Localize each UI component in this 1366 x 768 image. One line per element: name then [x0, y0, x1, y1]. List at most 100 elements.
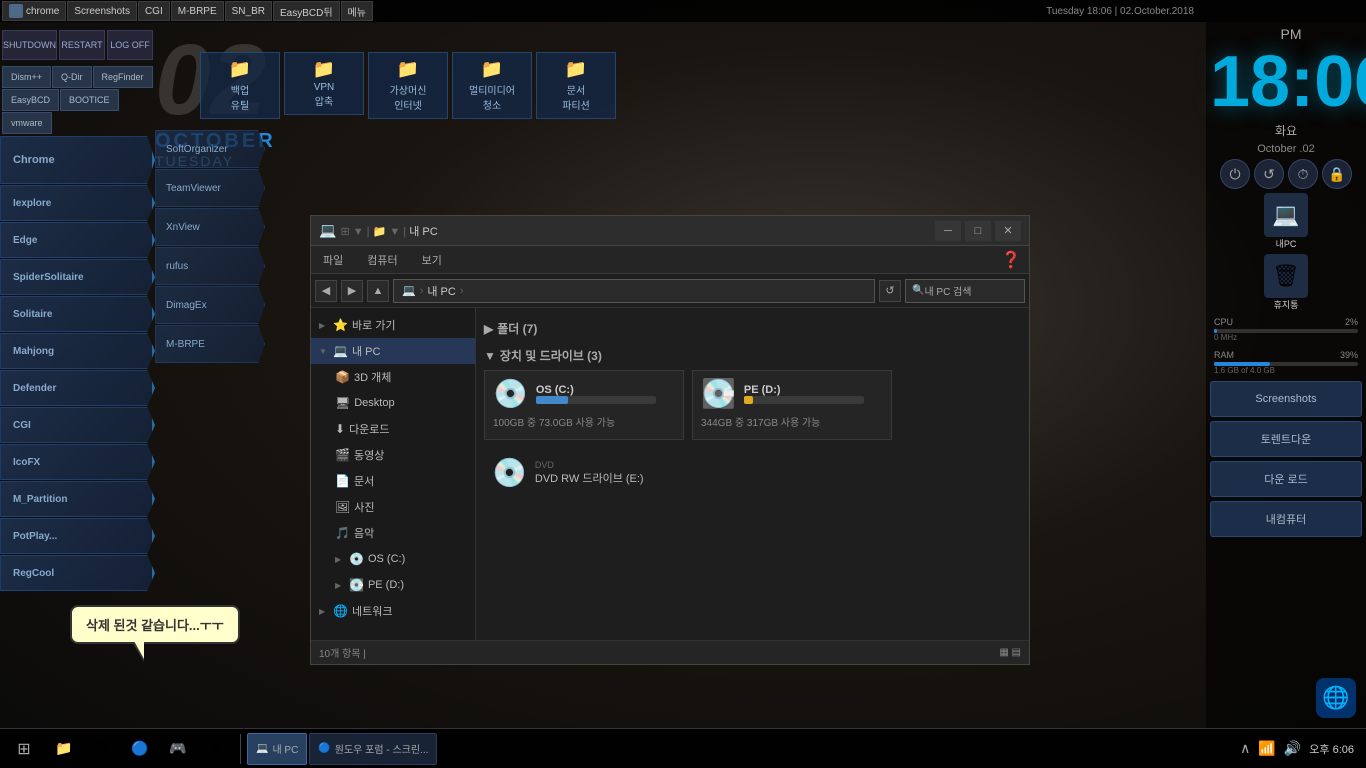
- tree-item-quickaccess[interactable]: ▶ ⭐ 바로 가기: [311, 312, 475, 338]
- folder-vm[interactable]: 📁 가상머신인터넷: [368, 52, 448, 119]
- tree-label-c: OS (C:): [368, 553, 405, 565]
- tree-item-c[interactable]: ▶ 💿 OS (C:): [311, 546, 475, 572]
- tb-task-forum[interactable]: 🔵 원도우 포럼 - 스크린...: [309, 733, 437, 765]
- tray-arrow[interactable]: ∧: [1240, 740, 1250, 757]
- fe-tab-computer[interactable]: 컴퓨터: [363, 250, 401, 270]
- quick-app-qdir[interactable]: Q-Dir: [52, 66, 92, 88]
- tb-file-manager-btn[interactable]: 📁: [46, 731, 82, 767]
- tb-icon4[interactable]: 🎮: [160, 731, 196, 767]
- fe-tab-file[interactable]: 파일: [319, 250, 347, 270]
- tree-item-desktop[interactable]: 🖥 Desktop: [311, 390, 475, 416]
- power-ctrl-btn[interactable]: ⏻: [1220, 159, 1250, 189]
- fe-address-text: 내 PC: [427, 283, 455, 299]
- rs-app-dimagex[interactable]: DimagEx: [155, 286, 265, 324]
- tree-item-3d[interactable]: 📦 3D 개체: [311, 364, 475, 390]
- sidebar-app-regcool[interactable]: RegCool: [0, 555, 155, 591]
- rs-app-softorganizer[interactable]: SoftOrganizer: [155, 130, 265, 168]
- rs-app-rufus[interactable]: rufus: [155, 247, 265, 285]
- sidebar-app-mpartition[interactable]: M_Partition: [0, 481, 155, 517]
- fe-close-btn[interactable]: ✕: [995, 221, 1021, 241]
- sidebar-app-cgi[interactable]: CGI: [0, 407, 155, 443]
- drives-section-label: 장치 및 드라이브 (3): [500, 347, 602, 364]
- screenshots-btn[interactable]: Screenshots: [1210, 381, 1362, 417]
- timer-ctrl-btn[interactable]: ⏱: [1288, 159, 1318, 189]
- quick-app-vmware[interactable]: vmware: [2, 112, 52, 134]
- folder-backup[interactable]: 📁 백업유틸: [200, 52, 280, 119]
- tb-icon3[interactable]: 🔵: [122, 731, 158, 767]
- fe-refresh-btn[interactable]: ↺: [879, 280, 901, 302]
- drive-d[interactable]: 💽 PE (D:) 344GB 중 317GB 사용 가능: [692, 370, 892, 440]
- taskbar-top-item-snbr[interactable]: SN_BR: [225, 1, 272, 21]
- sidebar-app-defender[interactable]: Defender: [0, 370, 155, 406]
- logoff-button[interactable]: LOG OFF: [107, 30, 153, 60]
- refresh-ctrl-btn[interactable]: ↺: [1254, 159, 1284, 189]
- tb-settings-btn[interactable]: ⚙: [198, 731, 234, 767]
- sidebar-app-edge[interactable]: Edge: [0, 222, 155, 258]
- folders-section-header[interactable]: ▶ 폴더 (7): [484, 316, 1021, 343]
- edge-browser-icon[interactable]: 🌐: [1316, 678, 1356, 718]
- sidebar-app-icofx[interactable]: IcoFX: [0, 444, 155, 480]
- taskbar-top-item-menu[interactable]: 메뉴: [341, 1, 373, 21]
- chevron-c: ▶: [335, 555, 345, 564]
- restart-button[interactable]: RESTART: [59, 30, 105, 60]
- sidebar-app-mahjong[interactable]: Mahjong: [0, 333, 155, 369]
- folder-vpn[interactable]: 📁 VPN압축: [284, 52, 364, 115]
- mypc-desktop-icon[interactable]: 💻 내PC: [1264, 193, 1308, 250]
- fe-up-btn[interactable]: ▲: [367, 280, 389, 302]
- lock-ctrl-btn[interactable]: 🔒: [1322, 159, 1352, 189]
- rs-app-mbrpe[interactable]: M-BRPE: [155, 325, 265, 363]
- tray-volume-icon[interactable]: 🔊: [1284, 740, 1301, 757]
- fe-status-items: 10개 항목 |: [319, 645, 366, 660]
- taskbar-top-item-screenshots[interactable]: Screenshots: [67, 1, 137, 21]
- quick-app-regfinder[interactable]: RegFinder: [93, 66, 153, 88]
- tree-item-d[interactable]: ▶ 💽 PE (D:): [311, 572, 475, 598]
- tree-item-mypc[interactable]: ▼ 💻 내 PC: [311, 338, 475, 364]
- taskbar-top-item-cgi[interactable]: CGI: [138, 1, 170, 21]
- tb-task-mypc[interactable]: 💻 내 PC: [247, 733, 307, 765]
- top-datetime: Tuesday 18:06 | 02.October.2018: [1046, 6, 1364, 17]
- taskbar-top-item-easybcd[interactable]: EasyBCD뒤: [273, 1, 340, 21]
- folder-media[interactable]: 📁 멀티미디어청소: [452, 52, 532, 119]
- sidebar-app-potplayer[interactable]: PotPlay...: [0, 518, 155, 554]
- taskbar-clock[interactable]: 오후 6:06: [1309, 741, 1354, 757]
- quick-app-easybcd[interactable]: EasyBCD: [2, 89, 59, 111]
- tb-icon2[interactable]: 🛡: [84, 731, 120, 767]
- sidebar-app-chrome[interactable]: Chrome: [0, 136, 155, 184]
- tree-item-videos[interactable]: 🎬 동영상: [311, 442, 475, 468]
- sidebar-app-spidersolitaire[interactable]: SpiderSolitaire: [0, 259, 155, 295]
- rs-app-xnview[interactable]: XnView: [155, 208, 265, 246]
- download-btn[interactable]: 다운 로드: [1210, 461, 1362, 497]
- drive-c[interactable]: 💿 OS (C:) 100GB 중 73.0GB 사용 가능: [484, 370, 684, 440]
- dvd-drive[interactable]: 💿 DVD DVD RW 드라이브 (E:): [484, 452, 1021, 493]
- sidebar-app-iexplore[interactable]: Iexplore: [0, 185, 155, 221]
- recycle-desktop-icon[interactable]: 🗑 휴지통: [1264, 254, 1308, 311]
- folder-docs[interactable]: 📁 문서파티션: [536, 52, 616, 119]
- mycomputer-btn[interactable]: 내컴퓨터: [1210, 501, 1362, 537]
- tree-item-music[interactable]: 🎵 음악: [311, 520, 475, 546]
- tray-network-icon[interactable]: 📶: [1258, 740, 1275, 757]
- start-button[interactable]: ⊞: [4, 731, 44, 767]
- shutdown-button[interactable]: SHUTDOWN: [2, 30, 57, 60]
- tree-item-network[interactable]: ▶ 🌐 네트워크: [311, 598, 475, 624]
- fe-help-icon[interactable]: ❓: [1001, 250, 1021, 270]
- taskbar-top-item-chrome[interactable]: chrome: [2, 1, 66, 21]
- fe-minimize-btn[interactable]: ─: [935, 221, 961, 241]
- rs-app-teamviewer[interactable]: TeamViewer: [155, 169, 265, 207]
- fe-address-bar[interactable]: 💻 › 내 PC ›: [393, 279, 875, 303]
- drives-section-header[interactable]: ▼ 장치 및 드라이브 (3): [484, 343, 1021, 370]
- quick-app-bootice[interactable]: BOOTICE: [60, 89, 119, 111]
- torrent-btn[interactable]: 토렌트다운: [1210, 421, 1362, 457]
- fe-forward-btn[interactable]: ▶: [341, 280, 363, 302]
- fe-back-btn[interactable]: ◀: [315, 280, 337, 302]
- fe-search-box[interactable]: 🔍 내 PC 검색: [905, 279, 1025, 303]
- drives-chevron: ▼: [484, 349, 496, 363]
- fe-tab-view[interactable]: 보기: [418, 250, 446, 270]
- taskbar-top-item-mbrpe[interactable]: M-BRPE: [171, 1, 224, 21]
- fe-statusbar: 10개 항목 | ▦ ▤: [311, 640, 1029, 664]
- tree-item-downloads[interactable]: ⬇ 다운로드: [311, 416, 475, 442]
- sidebar-app-solitaire[interactable]: Solitaire: [0, 296, 155, 332]
- tree-item-pictures[interactable]: 🖼 사진: [311, 494, 475, 520]
- fe-maximize-btn[interactable]: □: [965, 221, 991, 241]
- tree-item-documents[interactable]: 📄 문서: [311, 468, 475, 494]
- quick-app-dism[interactable]: Dism++: [2, 66, 51, 88]
